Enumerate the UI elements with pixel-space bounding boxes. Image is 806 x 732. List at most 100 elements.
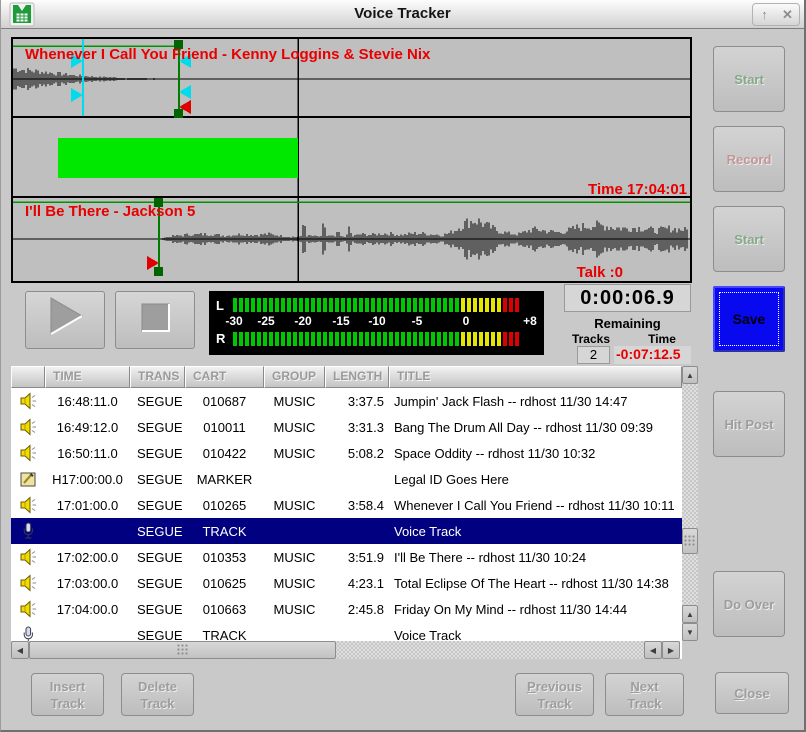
cell-length: 4:23.1 bbox=[325, 576, 389, 591]
scroll-right-button[interactable]: ▶ bbox=[662, 641, 680, 659]
cell-length: 5:08.2 bbox=[325, 446, 389, 461]
speaker-icon bbox=[11, 573, 45, 593]
stop-button[interactable] bbox=[115, 291, 195, 349]
meter-segment bbox=[443, 298, 447, 312]
column-header-time[interactable]: TIME bbox=[45, 366, 130, 388]
titlebar[interactable]: Voice Tracker ↑ ✕ bbox=[1, 0, 804, 29]
meter-segment bbox=[509, 298, 513, 312]
meter-segment bbox=[515, 332, 519, 346]
log-row[interactable]: SEGUETRACKVoice Track bbox=[11, 622, 682, 641]
hit-post-button[interactable]: Hit Post bbox=[713, 391, 785, 457]
cell-trans: SEGUE bbox=[130, 628, 185, 642]
meter-segment bbox=[503, 332, 507, 346]
do-over-label: Do Over bbox=[724, 596, 775, 613]
meter-segment bbox=[305, 298, 309, 312]
meter-right-label: R bbox=[216, 331, 225, 346]
log-row-selected[interactable]: SEGUETRACKVoice Track bbox=[11, 518, 682, 544]
insert-track-button[interactable]: Insert Track bbox=[31, 673, 104, 716]
meter-segment bbox=[515, 298, 519, 312]
meter-segment bbox=[359, 332, 363, 346]
cell-time: 17:03:00.0 bbox=[45, 576, 130, 591]
scroll-up-button-2[interactable]: ▲ bbox=[682, 605, 698, 623]
meter-segment bbox=[347, 298, 351, 312]
delete-track-label-2: Track bbox=[141, 695, 175, 712]
cell-title: Voice Track bbox=[389, 628, 682, 642]
meter-segment bbox=[245, 298, 249, 312]
meter-segment bbox=[287, 298, 291, 312]
speaker-icon bbox=[11, 599, 45, 619]
log-row[interactable]: 16:49:12.0SEGUE010011MUSIC3:31.3Bang The… bbox=[11, 414, 682, 440]
log-row[interactable]: 16:48:11.0SEGUE010687MUSIC3:37.5Jumpin' … bbox=[11, 388, 682, 414]
meter-scale-label: -15 bbox=[332, 314, 349, 328]
cell-time: H17:00:00.0 bbox=[45, 472, 130, 487]
save-button[interactable]: Save bbox=[713, 286, 785, 352]
log-row[interactable]: 17:03:00.0SEGUE010625MUSIC4:23.1Total Ec… bbox=[11, 570, 682, 596]
remaining-tracks-value: 2 bbox=[577, 346, 610, 364]
record-button[interactable]: Record bbox=[713, 126, 785, 192]
voicetrack-block[interactable] bbox=[58, 138, 298, 178]
meter-scale-label: -5 bbox=[412, 314, 423, 328]
meter-segment bbox=[485, 332, 489, 346]
scroll-down-button[interactable]: ▼ bbox=[682, 623, 698, 641]
close-window-button[interactable]: ✕ bbox=[776, 4, 799, 25]
horizontal-scrollbar[interactable]: ◀ ◀ ▶ bbox=[11, 641, 680, 659]
vertical-scrollbar[interactable]: ▲ ▲ ▼ bbox=[682, 366, 698, 641]
cell-length: 2:45.8 bbox=[325, 602, 389, 617]
meter-segment bbox=[329, 332, 333, 346]
delete-track-button[interactable]: Delete Track bbox=[121, 673, 194, 716]
meter-segment bbox=[455, 332, 459, 346]
cell-trans: SEGUE bbox=[130, 524, 185, 539]
meter-segment bbox=[245, 332, 249, 346]
meter-segment bbox=[353, 298, 357, 312]
scroll-left-button[interactable]: ◀ bbox=[11, 641, 29, 659]
meter-segment bbox=[287, 332, 291, 346]
speaker-icon bbox=[11, 391, 45, 411]
previous-track-button[interactable]: Previous Track bbox=[515, 673, 594, 716]
log-row[interactable]: 16:50:11.0SEGUE010422MUSIC5:08.2Space Od… bbox=[11, 440, 682, 466]
meter-segment bbox=[491, 332, 495, 346]
meter-segment bbox=[383, 298, 387, 312]
log-row[interactable]: 17:02:00.0SEGUE010353MUSIC3:51.9I'll Be … bbox=[11, 544, 682, 570]
next-track-button[interactable]: Next Track bbox=[605, 673, 684, 716]
delete-track-label-1: Delete bbox=[138, 678, 177, 695]
meter-segment bbox=[449, 298, 453, 312]
meter-segment bbox=[233, 298, 237, 312]
log-row[interactable]: 17:01:00.0SEGUE010265MUSIC3:58.4Whenever… bbox=[11, 492, 682, 518]
remaining-label: Remaining bbox=[564, 316, 691, 331]
column-header-icon[interactable] bbox=[11, 366, 45, 388]
do-over-button[interactable]: Do Over bbox=[713, 571, 785, 637]
shade-button[interactable]: ↑ bbox=[753, 4, 776, 25]
meter-segment bbox=[299, 298, 303, 312]
column-header-group[interactable]: GROUP bbox=[264, 366, 325, 388]
cell-group: MUSIC bbox=[264, 420, 325, 435]
insert-track-label-2: Track bbox=[51, 695, 85, 712]
cell-group: MUSIC bbox=[264, 576, 325, 591]
horizontal-scroll-thumb[interactable] bbox=[29, 641, 336, 659]
column-header-cart[interactable]: CART bbox=[185, 366, 264, 388]
track2-handle-bottom[interactable] bbox=[154, 267, 163, 276]
meter-segment bbox=[383, 332, 387, 346]
log-row[interactable]: 17:04:00.0SEGUE010663MUSIC2:45.8Friday O… bbox=[11, 596, 682, 622]
close-button[interactable]: Close bbox=[715, 672, 789, 714]
track2-title: I'll Be There - Jackson 5 bbox=[25, 203, 195, 220]
meter-bar-left bbox=[233, 298, 519, 312]
save-label: Save bbox=[733, 311, 766, 327]
cell-cart: TRACK bbox=[185, 524, 264, 539]
column-header-length[interactable]: LENGTH bbox=[325, 366, 389, 388]
vertical-scroll-thumb[interactable] bbox=[682, 528, 698, 554]
log-row[interactable]: H17:00:00.0SEGUEMARKERLegal ID Goes Here bbox=[11, 466, 682, 492]
segue-handle-bottom[interactable] bbox=[174, 109, 183, 118]
scroll-left-button-2[interactable]: ◀ bbox=[644, 641, 662, 659]
start-1-button[interactable]: Start bbox=[713, 46, 785, 112]
column-header-title[interactable]: TITLE bbox=[389, 366, 682, 388]
meter-segment bbox=[269, 298, 273, 312]
start-2-button[interactable]: Start bbox=[713, 206, 785, 272]
meter-segment bbox=[419, 298, 423, 312]
cell-time: 17:04:00.0 bbox=[45, 602, 130, 617]
column-header-trans[interactable]: TRANS bbox=[130, 366, 185, 388]
remaining-time-label: Time bbox=[637, 332, 687, 346]
play-button[interactable] bbox=[25, 291, 105, 349]
speaker-icon bbox=[11, 417, 45, 437]
voice-tracker-editor[interactable]: Whenever I Call You Friend - Kenny Loggi… bbox=[11, 37, 692, 283]
scroll-up-button[interactable]: ▲ bbox=[682, 366, 698, 384]
